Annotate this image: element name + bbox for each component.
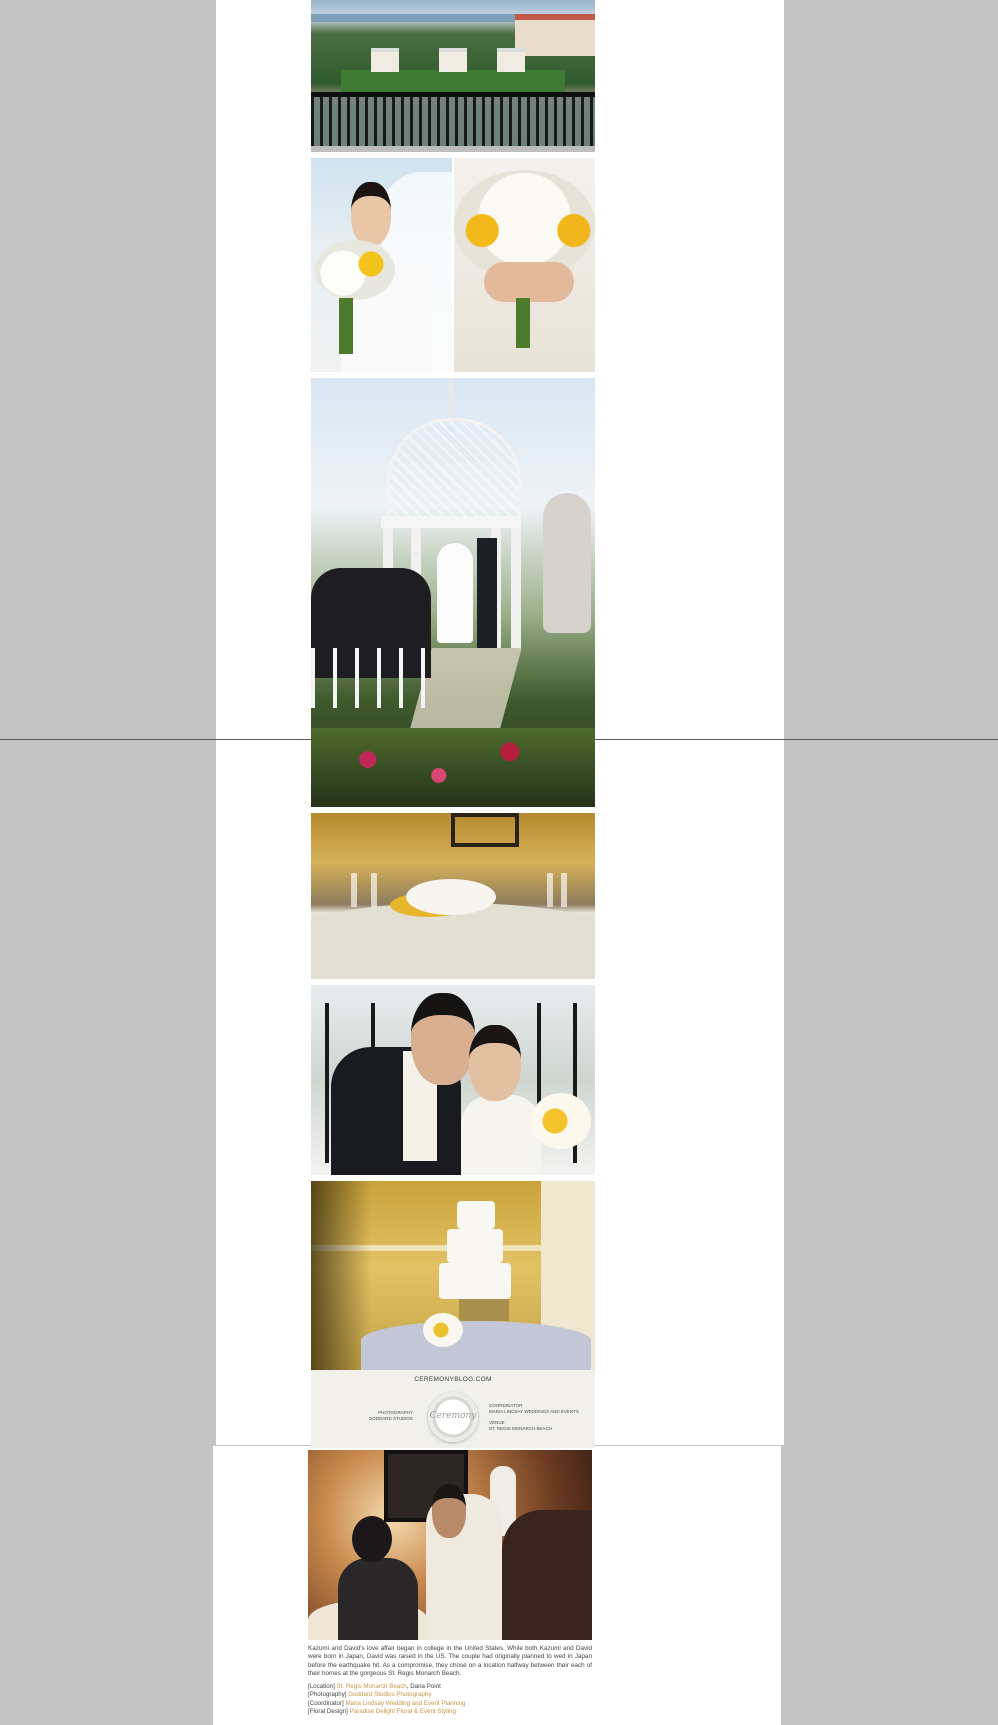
ceremony-logo-seal: Ceremony: [428, 1392, 478, 1442]
article-paragraph: Kazumi and David's love affair began in …: [308, 1645, 592, 1677]
vendor-link-floral[interactable]: Paradise Delight Floral & Event Styling: [350, 1708, 456, 1715]
vendor-tag: [Coordinator]: [308, 1699, 344, 1707]
vendor-line-coordinator: [Coordinator] Maria Lindsay Wedding and …: [308, 1700, 592, 1708]
vendor-line-location: [Location] St. Regis Monarch Beach, Dana…: [308, 1683, 592, 1691]
credit-value: ST. REGIS MONARCH BEACH: [489, 1426, 553, 1431]
photo-resort-balcony-view: [311, 0, 595, 152]
vendor-line-photography: [Photography] Goddard Studios Photograph…: [308, 1691, 592, 1699]
vendor-link-coordinator[interactable]: Maria Lindsay Wedding and Event Planning: [346, 1700, 466, 1707]
photo-couple-kiss: [311, 985, 595, 1175]
photo-reception-table: [311, 813, 595, 979]
photo-bride-portrait: [311, 158, 452, 372]
credits-left-column: PHOTOGRAPHY GODDARD STUDIOS: [313, 1410, 413, 1422]
credits-right-column: COORDINATOR MARIA LINDSAY WEDDINGS AND E…: [489, 1403, 595, 1432]
vendor-tag: [Photography]: [308, 1691, 347, 1699]
credits-panel: CEREMONYBLOG.COM PHOTOGRAPHY GODDARD STU…: [311, 1370, 595, 1448]
vendor-link-location[interactable]: St. Regis Monarch Beach: [337, 1683, 407, 1690]
photo-dinner-toast: [308, 1450, 592, 1640]
vendor-credits-list: [Location] St. Regis Monarch Beach, Dana…: [308, 1683, 592, 1716]
site-name: CEREMONYBLOG.COM: [414, 1376, 492, 1383]
photo-bride-and-bouquet: [311, 158, 595, 372]
logo-wordmark: Ceremony: [429, 1411, 477, 1421]
vendor-line-floral: [Floral Design] Paradise Delight Floral …: [308, 1708, 592, 1716]
photo-wedding-cake: [311, 1181, 595, 1370]
vendor-tag: [Location]: [308, 1683, 335, 1690]
photo-bouquet-closeup: [454, 158, 595, 372]
vendor-suffix: , Dana Point: [406, 1683, 441, 1690]
vendor-link-photography[interactable]: Goddard Studios Photography: [348, 1691, 431, 1698]
vendor-tag: [Floral Design]: [308, 1707, 348, 1715]
credit-value: GODDARD STUDIOS: [368, 1416, 413, 1421]
photo-gazebo-ceremony: [311, 378, 595, 807]
